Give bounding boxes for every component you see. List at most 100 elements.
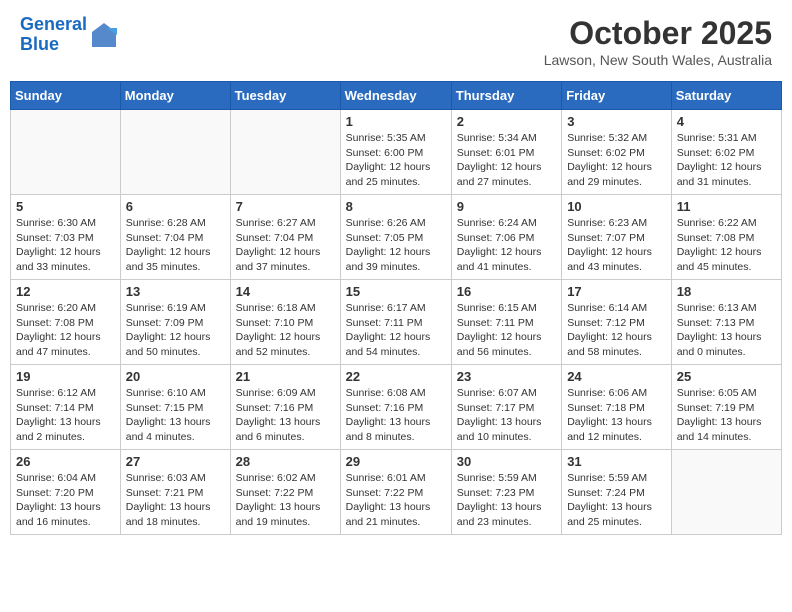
day-number: 24 [567, 369, 666, 384]
day-number: 17 [567, 284, 666, 299]
calendar-cell: 1 Sunrise: 5:35 AMSunset: 6:00 PMDaylight… [340, 110, 451, 195]
week-row: 5 Sunrise: 6:30 AMSunset: 7:03 PMDaylight… [11, 195, 782, 280]
calendar-cell: 30Sunrise: 5:59 AMSunset: 7:23 PMDayligh… [451, 450, 561, 535]
day-info: Sunrise: 6:18 AMSunset: 7:10 PMDaylight:… [236, 301, 335, 360]
weekday-header: Friday [562, 82, 672, 110]
day-info: Sunrise: 5:34 AMSunset: 6:01 PMDaylight:… [457, 131, 556, 190]
calendar-cell: 6 Sunrise: 6:28 AMSunset: 7:04 PMDaylight… [120, 195, 230, 280]
calendar-cell: 31 Sunrise: 5:59 AMSunset: 7:24 PMDayligh… [562, 450, 672, 535]
weekday-header: Tuesday [230, 82, 340, 110]
calendar-cell: 19 Sunrise: 6:12 AMSunset: 7:14 PMDayligh… [11, 365, 121, 450]
day-info: Sunrise: 5:35 AMSunset: 6:00 PMDaylight:… [346, 131, 446, 190]
weekday-header-row: SundayMondayTuesdayWednesdayThursdayFrid… [11, 82, 782, 110]
day-number: 31 [567, 454, 666, 469]
calendar-cell: 9 Sunrise: 6:24 AMSunset: 7:06 PMDaylight… [451, 195, 561, 280]
calendar-cell: 7 Sunrise: 6:27 AMSunset: 7:04 PMDaylight… [230, 195, 340, 280]
day-info: Sunrise: 6:09 AMSunset: 7:16 PMDaylight:… [236, 386, 335, 445]
week-row: 26Sunrise: 6:04 AMSunset: 7:20 PMDayligh… [11, 450, 782, 535]
day-info: Sunrise: 6:30 AMSunset: 7:03 PMDaylight:… [16, 216, 115, 275]
day-info: Sunrise: 6:13 AMSunset: 7:13 PMDaylight:… [677, 301, 776, 360]
day-number: 9 [457, 199, 556, 214]
day-info: Sunrise: 6:20 AMSunset: 7:08 PMDaylight:… [16, 301, 115, 360]
day-info: Sunrise: 6:04 AMSunset: 7:20 PMDaylight:… [16, 471, 115, 530]
weekday-header: Saturday [671, 82, 781, 110]
day-number: 19 [16, 369, 115, 384]
month-title: October 2025 [544, 15, 772, 52]
day-number: 23 [457, 369, 556, 384]
calendar-cell: 28Sunrise: 6:02 AMSunset: 7:22 PMDayligh… [230, 450, 340, 535]
day-info: Sunrise: 5:32 AMSunset: 6:02 PMDaylight:… [567, 131, 666, 190]
calendar-cell [230, 110, 340, 195]
day-number: 3 [567, 114, 666, 129]
logo: GeneralBlue [20, 15, 119, 55]
calendar-cell: 24 Sunrise: 6:06 AMSunset: 7:18 PMDayligh… [562, 365, 672, 450]
weekday-header: Monday [120, 82, 230, 110]
day-number: 7 [236, 199, 335, 214]
day-info: Sunrise: 6:10 AMSunset: 7:15 PMDaylight:… [126, 386, 225, 445]
calendar-cell: 5 Sunrise: 6:30 AMSunset: 7:03 PMDaylight… [11, 195, 121, 280]
calendar-cell: 14 Sunrise: 6:18 AMSunset: 7:10 PMDayligh… [230, 280, 340, 365]
calendar-cell: 15Sunrise: 6:17 AMSunset: 7:11 PMDayligh… [340, 280, 451, 365]
day-info: Sunrise: 6:14 AMSunset: 7:12 PMDaylight:… [567, 301, 666, 360]
day-info: Sunrise: 6:02 AMSunset: 7:22 PMDaylight:… [236, 471, 335, 530]
page-header: GeneralBlue October 2025 Lawson, New Sou… [10, 10, 782, 73]
calendar-cell: 21Sunrise: 6:09 AMSunset: 7:16 PMDayligh… [230, 365, 340, 450]
week-row: 12 Sunrise: 6:20 AMSunset: 7:08 PMDayligh… [11, 280, 782, 365]
day-info: Sunrise: 6:01 AMSunset: 7:22 PMDaylight:… [346, 471, 446, 530]
calendar-cell: 10Sunrise: 6:23 AMSunset: 7:07 PMDayligh… [562, 195, 672, 280]
day-number: 11 [677, 199, 776, 214]
calendar-cell: 12 Sunrise: 6:20 AMSunset: 7:08 PMDayligh… [11, 280, 121, 365]
day-number: 8 [346, 199, 446, 214]
day-info: Sunrise: 6:24 AMSunset: 7:06 PMDaylight:… [457, 216, 556, 275]
calendar-cell: 8 Sunrise: 6:26 AMSunset: 7:05 PMDaylight… [340, 195, 451, 280]
logo-text: GeneralBlue [20, 15, 87, 55]
title-block: October 2025 Lawson, New South Wales, Au… [544, 15, 772, 68]
day-number: 6 [126, 199, 225, 214]
calendar-cell: 2 Sunrise: 5:34 AMSunset: 6:01 PMDaylight… [451, 110, 561, 195]
day-number: 27 [126, 454, 225, 469]
day-info: Sunrise: 6:19 AMSunset: 7:09 PMDaylight:… [126, 301, 225, 360]
day-number: 18 [677, 284, 776, 299]
day-info: Sunrise: 6:07 AMSunset: 7:17 PMDaylight:… [457, 386, 556, 445]
day-number: 29 [346, 454, 446, 469]
day-info: Sunrise: 6:27 AMSunset: 7:04 PMDaylight:… [236, 216, 335, 275]
day-number: 12 [16, 284, 115, 299]
day-info: Sunrise: 6:28 AMSunset: 7:04 PMDaylight:… [126, 216, 225, 275]
calendar-cell: 11 Sunrise: 6:22 AMSunset: 7:08 PMDayligh… [671, 195, 781, 280]
day-info: Sunrise: 6:05 AMSunset: 7:19 PMDaylight:… [677, 386, 776, 445]
calendar-table: SundayMondayTuesdayWednesdayThursdayFrid… [10, 81, 782, 535]
day-number: 20 [126, 369, 225, 384]
calendar-cell: 20 Sunrise: 6:10 AMSunset: 7:15 PMDayligh… [120, 365, 230, 450]
day-number: 2 [457, 114, 556, 129]
day-number: 22 [346, 369, 446, 384]
week-row: 19 Sunrise: 6:12 AMSunset: 7:14 PMDayligh… [11, 365, 782, 450]
day-info: Sunrise: 6:26 AMSunset: 7:05 PMDaylight:… [346, 216, 446, 275]
calendar-cell: 17 Sunrise: 6:14 AMSunset: 7:12 PMDayligh… [562, 280, 672, 365]
day-info: Sunrise: 6:22 AMSunset: 7:08 PMDaylight:… [677, 216, 776, 275]
weekday-header: Sunday [11, 82, 121, 110]
calendar-cell: 4Sunrise: 5:31 AMSunset: 6:02 PMDaylight… [671, 110, 781, 195]
day-number: 5 [16, 199, 115, 214]
day-info: Sunrise: 5:31 AMSunset: 6:02 PMDaylight:… [677, 131, 776, 190]
calendar-cell: 3 Sunrise: 5:32 AMSunset: 6:02 PMDaylight… [562, 110, 672, 195]
day-number: 1 [346, 114, 446, 129]
day-number: 14 [236, 284, 335, 299]
day-info: Sunrise: 6:06 AMSunset: 7:18 PMDaylight:… [567, 386, 666, 445]
calendar-cell: 29 Sunrise: 6:01 AMSunset: 7:22 PMDayligh… [340, 450, 451, 535]
day-info: Sunrise: 6:15 AMSunset: 7:11 PMDaylight:… [457, 301, 556, 360]
day-number: 16 [457, 284, 556, 299]
calendar-cell: 25Sunrise: 6:05 AMSunset: 7:19 PMDayligh… [671, 365, 781, 450]
day-info: Sunrise: 5:59 AMSunset: 7:24 PMDaylight:… [567, 471, 666, 530]
weekday-header: Thursday [451, 82, 561, 110]
calendar-cell: 27Sunrise: 6:03 AMSunset: 7:21 PMDayligh… [120, 450, 230, 535]
day-info: Sunrise: 6:12 AMSunset: 7:14 PMDaylight:… [16, 386, 115, 445]
day-number: 13 [126, 284, 225, 299]
calendar-cell: 26Sunrise: 6:04 AMSunset: 7:20 PMDayligh… [11, 450, 121, 535]
day-number: 15 [346, 284, 446, 299]
logo-icon [89, 20, 119, 50]
day-number: 10 [567, 199, 666, 214]
week-row: 1 Sunrise: 5:35 AMSunset: 6:00 PMDaylight… [11, 110, 782, 195]
day-info: Sunrise: 5:59 AMSunset: 7:23 PMDaylight:… [457, 471, 556, 530]
calendar-cell: 18 Sunrise: 6:13 AMSunset: 7:13 PMDayligh… [671, 280, 781, 365]
location-subtitle: Lawson, New South Wales, Australia [544, 52, 772, 68]
